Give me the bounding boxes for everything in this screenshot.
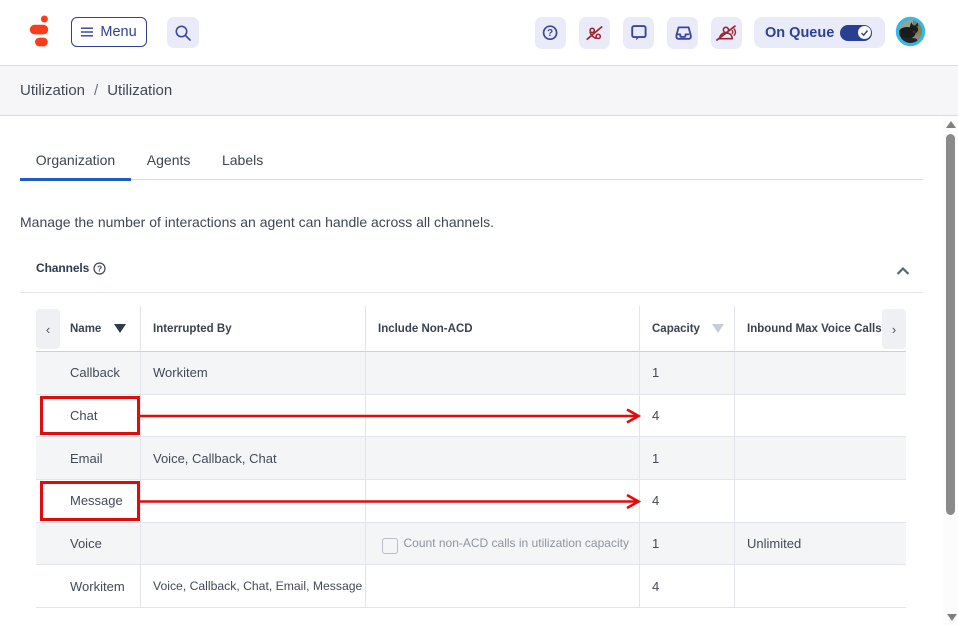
svg-text:?: ? <box>547 28 553 39</box>
svg-text:?: ? <box>97 264 102 274</box>
